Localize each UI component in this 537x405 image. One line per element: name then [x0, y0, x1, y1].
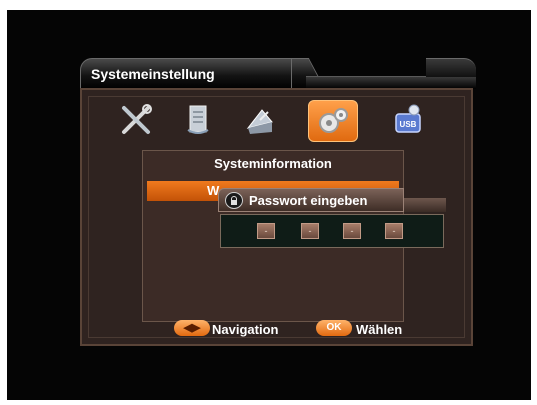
select-hint-label: Wählen: [356, 322, 403, 337]
title-tab: Systemeinstellung: [80, 58, 292, 89]
pin-entry[interactable]: - - - -: [220, 214, 444, 248]
navigation-hint-label: Navigation: [212, 322, 279, 337]
pin-digit-2[interactable]: -: [301, 223, 319, 239]
footer-hints: ◀▶ Navigation OK Wählen: [80, 318, 473, 342]
submenu-title: Systeminformation: [214, 156, 332, 171]
ok-button-icon: OK: [316, 320, 352, 336]
password-dialog: Passwort eingeben - - - -: [218, 188, 446, 254]
lock-icon: [225, 192, 243, 209]
svg-text:USB: USB: [400, 120, 417, 129]
pin-digit-4[interactable]: -: [385, 223, 403, 239]
menu-icons: USB: [112, 100, 442, 144]
gears-icon[interactable]: [308, 100, 358, 142]
title-bar: Systemeinstellung: [80, 58, 476, 89]
dialog-title: Passwort eingeben: [249, 193, 368, 208]
navigation-arrows-icon: ◀▶: [174, 320, 210, 336]
screen: Systemeinstellung USB Systeminformation …: [0, 0, 537, 405]
dialog-header: Passwort eingeben: [218, 188, 404, 212]
pin-digit-1[interactable]: -: [257, 223, 275, 239]
usb-icon[interactable]: USB: [384, 100, 432, 140]
tools-icon[interactable]: [112, 100, 160, 140]
page-title: Systemeinstellung: [91, 66, 215, 82]
title-strip-right: [426, 58, 476, 77]
document-icon[interactable]: [174, 100, 222, 140]
pin-digit-3[interactable]: -: [343, 223, 361, 239]
satellite-dish-icon[interactable]: [236, 100, 284, 140]
